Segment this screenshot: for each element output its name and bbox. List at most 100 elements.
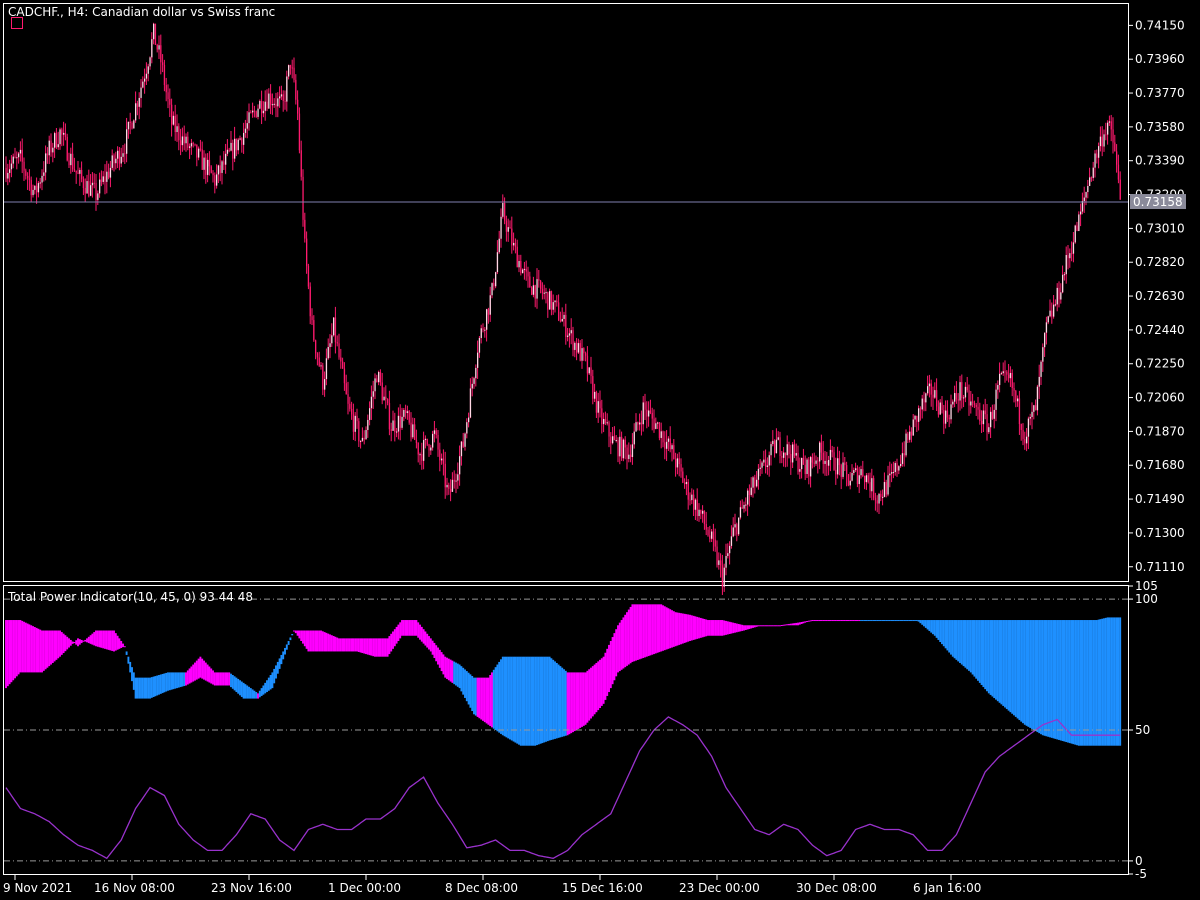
candle — [721, 554, 724, 595]
candle — [538, 269, 540, 288]
power-bar — [1005, 620, 1008, 710]
candle — [617, 437, 619, 463]
candle — [163, 59, 166, 92]
candle — [194, 143, 196, 147]
candle — [266, 89, 268, 112]
candle — [792, 442, 794, 469]
candle — [298, 107, 301, 154]
power-bar — [235, 677, 238, 693]
candle — [1083, 186, 1085, 213]
candle — [541, 282, 544, 300]
power-bar — [590, 667, 592, 719]
candle — [1015, 389, 1017, 408]
candle — [599, 390, 601, 418]
power-bar — [851, 620, 853, 622]
power-bar — [804, 621, 807, 623]
candle — [801, 457, 803, 479]
power-bar — [361, 638, 364, 654]
candle — [295, 74, 297, 105]
power-bar — [854, 620, 857, 622]
time-tick-label: 1 Dec 00:00 — [328, 881, 401, 895]
one-click-trading-icon[interactable] — [11, 17, 23, 29]
candle — [205, 153, 207, 184]
candle — [370, 385, 373, 420]
power-bar — [698, 617, 700, 639]
power-bar — [145, 677, 148, 699]
candle — [558, 294, 560, 322]
power-bar — [960, 620, 963, 665]
price-tick-label: 0.73390 — [1135, 154, 1185, 168]
power-bar — [71, 641, 74, 644]
power-bar — [987, 620, 990, 694]
power-bar — [600, 658, 603, 706]
power-bar — [435, 645, 438, 662]
power-bar — [66, 636, 69, 650]
candle — [100, 170, 103, 187]
candle — [988, 423, 990, 435]
power-bar — [678, 612, 681, 645]
candle — [883, 472, 886, 498]
candle — [689, 492, 691, 506]
power-bar — [899, 620, 902, 622]
power-bar — [131, 667, 133, 682]
power-bar — [582, 672, 585, 726]
power-bar — [222, 672, 225, 686]
candle — [527, 266, 529, 288]
candle — [165, 77, 167, 102]
power-bar — [1119, 617, 1122, 746]
power-bar — [1045, 620, 1048, 737]
candle — [952, 399, 954, 408]
power-bar — [507, 656, 510, 739]
candle — [799, 457, 801, 480]
candle — [489, 286, 491, 322]
candle — [124, 143, 126, 165]
candle — [293, 57, 295, 83]
power-bar — [127, 656, 130, 664]
candle — [480, 324, 482, 344]
power-bar — [842, 620, 844, 622]
power-bar — [784, 624, 787, 626]
power-bar — [402, 620, 405, 636]
candle — [810, 455, 812, 488]
power-bar — [746, 625, 749, 630]
candle — [838, 450, 841, 476]
power-bar — [1013, 620, 1015, 716]
power-bar — [206, 664, 209, 682]
candle — [1013, 382, 1015, 403]
candle — [869, 472, 871, 498]
power-bar — [1047, 620, 1050, 737]
price-pane[interactable] — [3, 3, 1129, 582]
power-bar — [381, 638, 384, 657]
price-tick-label: 0.73010 — [1135, 221, 1185, 235]
power-bar — [1117, 617, 1120, 746]
candle — [248, 103, 250, 131]
chart-canvas[interactable]: 0.741500.739600.737700.735800.733900.732… — [0, 0, 1200, 900]
power-bar — [532, 656, 535, 746]
power-bar — [613, 633, 616, 681]
candle — [1002, 362, 1004, 376]
power-bar — [323, 632, 326, 652]
time-tick-label: 23 Nov 16:00 — [211, 881, 292, 895]
candle — [223, 151, 225, 171]
power-bar — [455, 662, 457, 686]
candle — [979, 402, 981, 425]
power-bar — [989, 620, 992, 695]
power-bar — [231, 675, 234, 689]
candle — [502, 194, 504, 219]
power-bar — [158, 675, 160, 695]
power-bar — [825, 620, 828, 622]
candle — [466, 418, 468, 439]
candle — [547, 291, 549, 318]
power-bar — [150, 677, 153, 698]
candle — [441, 453, 443, 465]
power-bar — [775, 625, 778, 627]
power-bar — [680, 613, 682, 645]
power-bar — [815, 620, 817, 622]
power-bar — [37, 628, 40, 673]
power-bar — [591, 666, 594, 717]
power-bar — [766, 625, 769, 627]
candle — [140, 79, 142, 108]
power-bar — [1009, 620, 1012, 713]
candle — [1117, 154, 1120, 184]
candle — [91, 172, 94, 198]
